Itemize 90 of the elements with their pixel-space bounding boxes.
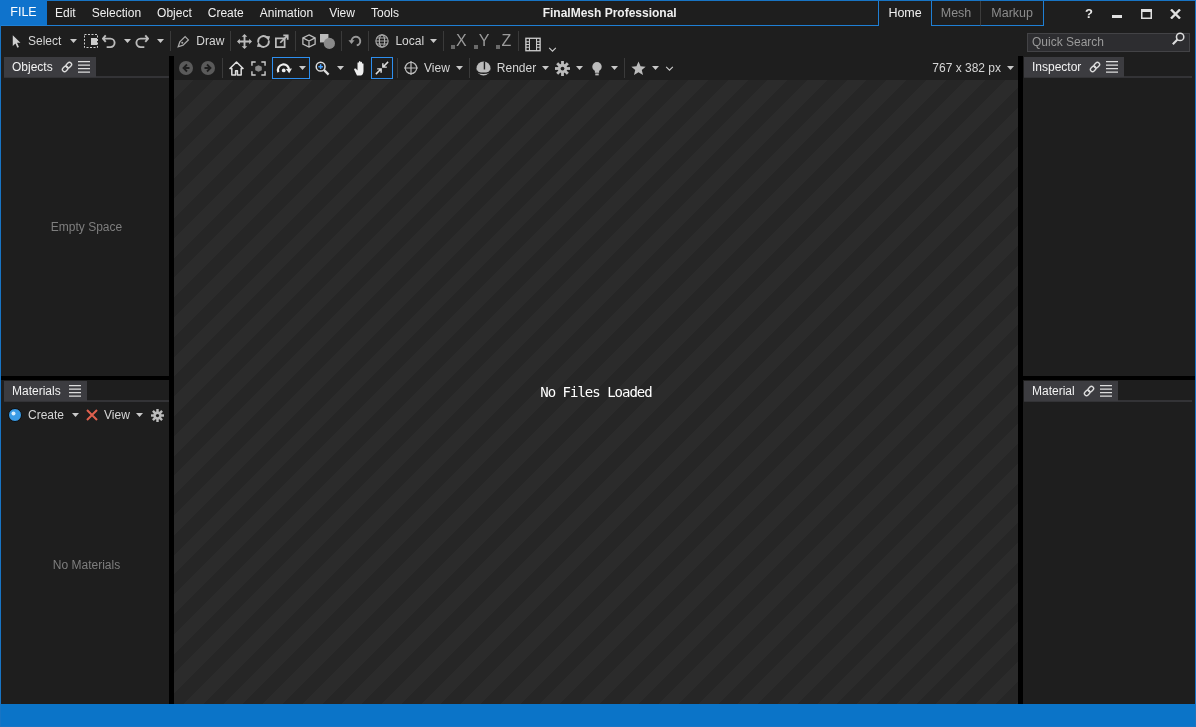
menu-icon (1106, 61, 1119, 73)
cross-icon (86, 409, 99, 421)
select-button[interactable]: Select (10, 30, 80, 52)
caret-icon (72, 413, 80, 417)
window-title: FinalMesh Professional (542, 5, 677, 22)
ribbon-tab[interactable]: Mesh (931, 1, 982, 26)
coordinate-space-dropdown[interactable]: Local (373, 30, 440, 52)
panel-tab[interactable]: Inspector (1024, 57, 1125, 77)
close-icon (1169, 8, 1181, 19)
forward-icon (201, 61, 215, 75)
panel-tab[interactable]: Materials (4, 381, 87, 401)
ball-icon (8, 408, 22, 422)
menu-item[interactable]: Animation (259, 7, 314, 19)
caret-icon (135, 413, 143, 417)
chevron-down-icon (665, 65, 675, 71)
minimize-icon (1112, 14, 1122, 18)
menu-item[interactable]: Selection (91, 7, 142, 19)
home-icon (229, 60, 244, 76)
axis-button[interactable]: X (450, 33, 468, 49)
menu-item[interactable]: Tools (370, 7, 399, 19)
menu-icon (68, 385, 81, 397)
caret-icon (611, 66, 619, 70)
viewport-size-dropdown[interactable]: 767 x 382 px (930, 57, 1016, 79)
render-dropdown[interactable]: Render (473, 57, 552, 79)
search-icon (1172, 32, 1185, 45)
caret-icon (652, 66, 660, 70)
orbit-tool-button[interactable] (272, 57, 310, 79)
link-icon (60, 61, 73, 73)
view-dropdown[interactable]: View (402, 57, 465, 79)
back-icon (179, 61, 193, 75)
collapse-arrows-icon (375, 61, 389, 75)
orbit-icon (276, 60, 292, 76)
chevron-down-icon (548, 47, 558, 52)
caret-icon (299, 66, 306, 70)
caret-icon (455, 66, 463, 70)
empty-message: No Materials (52, 557, 121, 574)
undo-icon (102, 34, 117, 48)
menu-item[interactable]: Object (157, 7, 192, 19)
gear-icon (555, 60, 571, 76)
help-button[interactable]: ? (1075, 2, 1103, 25)
caret-icon (542, 66, 550, 70)
cube-icon (302, 34, 317, 48)
caret-icon (337, 66, 344, 70)
caret-icon (1007, 66, 1014, 70)
menu-icon (77, 61, 90, 73)
film-icon (525, 37, 542, 52)
empty-message: Empty Space (50, 219, 123, 236)
quick-search-field[interactable]: Quick Search (1027, 32, 1190, 52)
menu-item[interactable]: Create (207, 7, 244, 19)
fit-tool-button[interactable] (371, 57, 393, 79)
gear-icon (151, 408, 164, 422)
axis-button[interactable]: Y (472, 33, 491, 49)
viewport-message: No Files Loaded (540, 382, 652, 402)
frame-icon (251, 60, 266, 76)
link-icon (1089, 61, 1102, 73)
globe-icon (375, 34, 390, 48)
caret-icon (430, 39, 438, 43)
menu-item[interactable]: View (329, 7, 355, 19)
axis-button[interactable]: Z (495, 33, 513, 49)
caret-icon (576, 66, 584, 70)
panel-tab[interactable]: Material (1024, 381, 1118, 401)
draw-button[interactable]: Draw (175, 30, 227, 52)
create-material-button[interactable]: Create (6, 404, 82, 426)
rotate-icon (256, 33, 272, 49)
hand-icon (352, 60, 366, 76)
ribbon-tab[interactable]: Home (878, 1, 932, 26)
caret-icon (70, 39, 78, 43)
marquee-icon (84, 34, 99, 48)
curved-arrow-icon (348, 34, 363, 48)
caret-icon (124, 39, 132, 43)
maximize-icon (1140, 8, 1152, 19)
zoom-icon (315, 60, 330, 76)
scale-icon (275, 34, 290, 48)
view-dropdown[interactable]: View (102, 404, 145, 426)
crosshair-icon (404, 61, 418, 75)
shapes-icon (320, 33, 336, 49)
sphere-icon (475, 60, 491, 76)
bulb-icon (591, 60, 604, 76)
move-icon (237, 33, 253, 49)
link-icon (1082, 385, 1095, 397)
pointer-icon (12, 34, 22, 48)
file-button[interactable]: FILE (0, 0, 47, 25)
menu-item[interactable]: Edit (55, 7, 76, 19)
panel-tab[interactable]: Objects (4, 57, 96, 77)
star-icon (631, 60, 647, 76)
redo-icon (135, 34, 150, 48)
menu-icon (1099, 385, 1112, 397)
caret-icon (157, 39, 165, 43)
ribbon-tab[interactable]: Markup (981, 1, 1044, 26)
pen-icon (177, 34, 191, 48)
